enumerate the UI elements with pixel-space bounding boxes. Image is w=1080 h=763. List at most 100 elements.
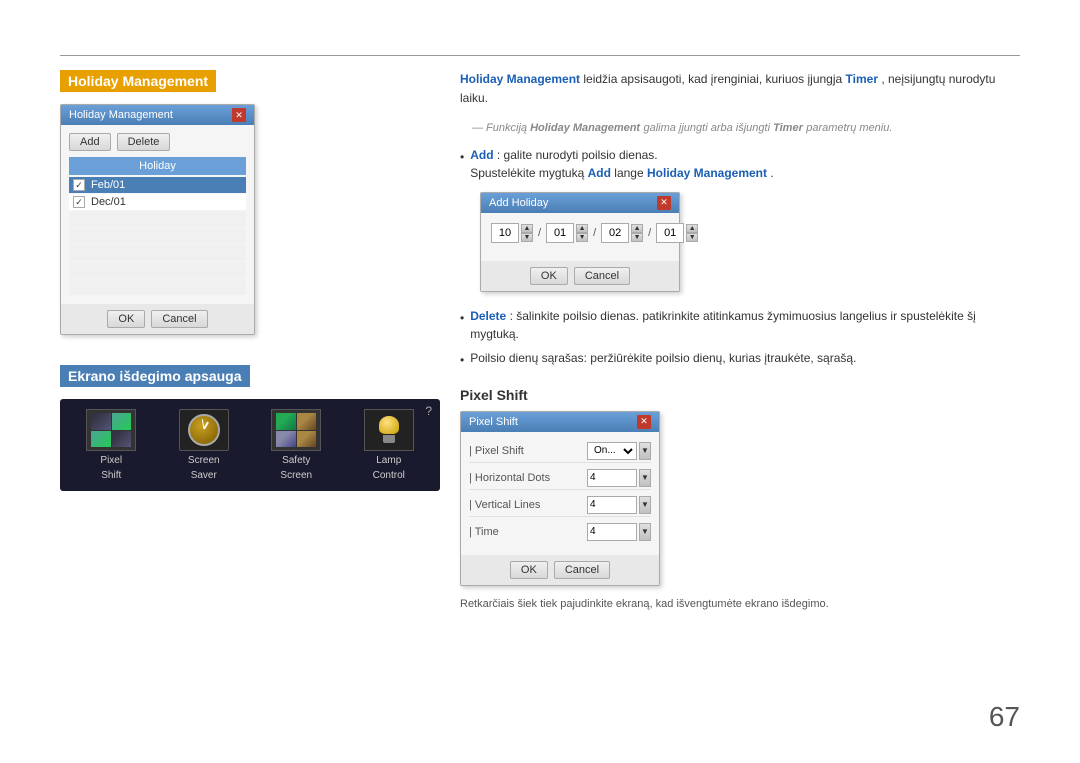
lamp-control-icon-item[interactable]: Lamp Control [364,409,414,481]
ps-arrow-h-dots[interactable]: ▼ [639,469,651,487]
screen-saver-label-1: Screen [188,455,220,466]
add-holiday-close[interactable]: ✕ [657,196,671,210]
timer-note-link: Timer [773,122,803,134]
ps-arrow-v-lines[interactable]: ▼ [639,496,651,514]
safety-screen-icon-item[interactable]: Safety Screen [271,409,321,481]
add-sub-holiday-link: Holiday Management [647,166,767,180]
bulb-top [379,416,399,434]
bullet-dot-2: • [460,309,464,343]
ps-value-time[interactable]: ▼ [587,523,651,541]
ps-dialog-close[interactable]: ✕ [637,415,651,429]
ps-row-time: | Time ▼ [469,521,651,543]
holiday-ok-button[interactable]: OK [107,310,145,328]
day-down-arrow[interactable]: ▼ [576,233,588,242]
min-arrows: ▲ ▼ [686,224,698,242]
screen-protection-icon-panel: ? Pixel Shift [60,399,440,491]
left-column: Holiday Management Holiday Management ✕ … [60,70,440,491]
day-up-arrow[interactable]: ▲ [576,224,588,233]
ps-select-pixel-shift[interactable]: On... Off [587,442,637,460]
safety-screen-icon[interactable] [271,409,321,451]
delete-text: : šalinkite poilsio dienas. patikrinkite… [470,309,976,341]
min-input[interactable] [656,223,684,243]
holiday-checkbox-2[interactable]: ✓ [73,196,85,208]
ps-value-pixel-shift[interactable]: On... Off ▼ [587,442,651,460]
day-arrows: ▲ ▼ [576,224,588,242]
pixel-shift-label-1: Pixel [100,455,122,466]
bullet-delete: • Delete : šalinkite poilsio dienas. pat… [460,307,1020,343]
add-holiday-title: Add Holiday [489,197,548,209]
ps-dialog-body: | Pixel Shift On... Off ▼ | Horizontal D… [461,432,659,555]
holiday-row-empty-5 [69,279,246,295]
min-down-arrow[interactable]: ▼ [686,233,698,242]
add-holiday-cancel[interactable]: Cancel [574,267,630,285]
ps-input-h-dots[interactable] [587,469,637,487]
screen-protection-section: Ekrano išdegimo apsauga ? Pixel Shift [60,365,440,491]
holiday-mgmt-note-link: Holiday Management [530,122,640,134]
day-input[interactable] [546,223,574,243]
holiday-row-2[interactable]: ✓ Dec/01 [69,194,246,210]
screen-saver-label-2: Saver [191,470,217,481]
hour-up-arrow[interactable]: ▲ [631,224,643,233]
hour-spinner[interactable]: ▲ ▼ [601,223,643,243]
sep3: / [646,227,653,239]
holiday-management-section: Holiday Management Holiday Management ✕ … [60,70,440,335]
help-icon[interactable]: ? [425,404,432,418]
holiday-row-1[interactable]: ✓ Feb/01 [69,177,246,193]
month-arrows: ▲ ▼ [521,224,533,242]
hour-down-arrow[interactable]: ▼ [631,233,643,242]
holiday-dialog-btn-row: Add Delete [69,133,246,151]
bullet-dot-1: • [460,148,464,182]
month-input[interactable] [491,223,519,243]
min-spinner[interactable]: ▲ ▼ [656,223,698,243]
day-spinner[interactable]: ▲ ▼ [546,223,588,243]
holiday-description-block: Holiday Management leidžia apsisaugoti, … [460,70,1020,108]
holiday-row-empty-4 [69,262,246,278]
hour-input[interactable] [601,223,629,243]
holiday-row-empty-1 [69,211,246,227]
add-link: Add [470,148,493,162]
list-text: Poilsio dienų sąrašas: peržiūrėkite poil… [470,349,856,369]
safety-screen-label-2: Screen [280,470,312,481]
holiday-checkbox-1[interactable]: ✓ [73,179,85,191]
holiday-note-end: parametrų meniu. [806,122,892,134]
bulb-base [383,435,395,443]
ps-cancel-button[interactable]: Cancel [554,561,610,579]
pixel-shift-section: Pixel Shift Pixel Shift ✕ | Pixel Shift … [460,387,1020,613]
ps-value-h-dots[interactable]: ▼ [587,469,651,487]
screen-saver-icon-item[interactable]: Screen Saver [179,409,229,481]
add-sub-dot: . [770,166,773,180]
holiday-delete-button[interactable]: Delete [117,133,171,151]
holiday-dialog-footer: OK Cancel [61,304,254,334]
ps-arrow-pixel-shift[interactable]: ▼ [639,442,651,460]
month-spinner[interactable]: ▲ ▼ [491,223,533,243]
ps-label-v-lines: | Vertical Lines [469,499,540,511]
month-up-arrow[interactable]: ▲ [521,224,533,233]
month-down-arrow[interactable]: ▼ [521,233,533,242]
ps-value-v-lines[interactable]: ▼ [587,496,651,514]
ps-input-v-lines[interactable] [587,496,637,514]
add-sub-link: Add [588,166,611,180]
ps-ok-button[interactable]: OK [510,561,548,579]
pixel-shift-caption: Retkarčiais šiek tiek pajudinkite ekraną… [460,596,1020,613]
holiday-dialog-close[interactable]: ✕ [232,108,246,122]
screen-saver-icon[interactable] [179,409,229,451]
ps-arrow-time[interactable]: ▼ [639,523,651,541]
add-holiday-body: ▲ ▼ / ▲ ▼ / [481,213,679,261]
lamp-control-icon[interactable] [364,409,414,451]
holiday-add-button[interactable]: Add [69,133,111,151]
sep1: / [536,227,543,239]
ps-row-pixel-shift: | Pixel Shift On... Off ▼ [469,440,651,463]
min-up-arrow[interactable]: ▲ [686,224,698,233]
pixel-shift-icon-item[interactable]: Pixel Shift [86,409,136,481]
ps-row-v-lines: | Vertical Lines ▼ [469,494,651,517]
holiday-management-heading: Holiday Management [60,70,216,92]
ps-input-time[interactable] [587,523,637,541]
holiday-cancel-button[interactable]: Cancel [151,310,207,328]
add-holiday-footer: OK Cancel [481,261,679,291]
pixel-shift-icon[interactable] [86,409,136,451]
add-holiday-row: ▲ ▼ / ▲ ▼ / [491,223,669,243]
holiday-dialog-titlebar: Holiday Management ✕ [61,105,254,125]
add-holiday-ok[interactable]: OK [530,267,568,285]
holiday-management-dialog: Holiday Management ✕ Add Delete Holiday … [60,104,255,335]
holiday-intro-text: leidžia apsisaugoti, kad įrenginiai, kur… [583,72,845,86]
